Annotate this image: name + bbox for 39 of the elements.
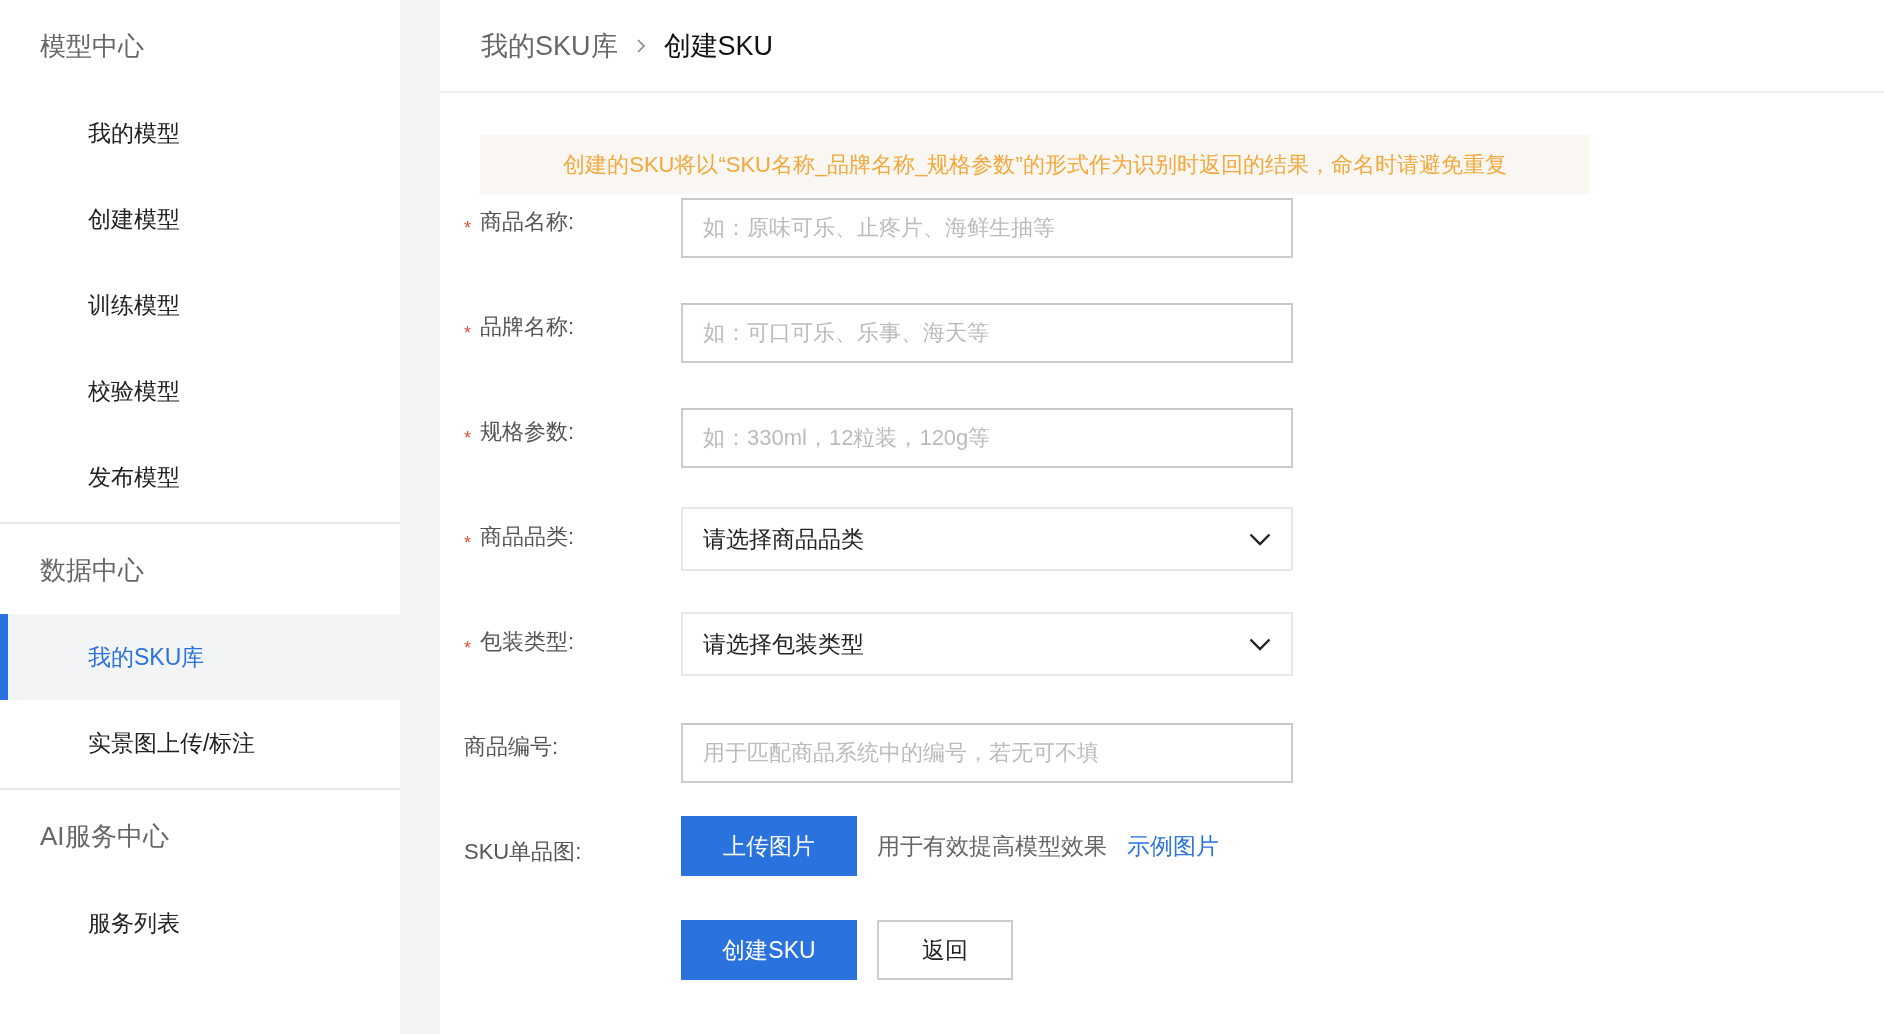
input-field[interactable]: 如：可口可乐、乐事、海天等 — [681, 303, 1293, 363]
example-image-link[interactable]: 示例图片 — [1127, 830, 1219, 862]
upload-button[interactable]: 上传图片 — [681, 816, 857, 876]
required-marker: * — [464, 217, 472, 239]
field-label: 包装类型: — [480, 628, 575, 656]
breadcrumb-link[interactable]: 我的SKU库 — [481, 27, 618, 64]
sidebar-item[interactable]: 服务列表 — [0, 880, 400, 966]
field-label: SKU单品图: — [464, 838, 582, 866]
submit-button[interactable]: 创建SKU — [681, 920, 857, 980]
required-marker: * — [464, 322, 472, 344]
upload-hint: 用于有效提高模型效果 — [877, 831, 1107, 861]
field-label: 规格参数: — [480, 418, 575, 446]
select-dropdown[interactable]: 请选择包装类型 — [681, 612, 1293, 676]
notice-banner: 创建的SKU将以“SKU名称_品牌名称_规格参数”的形式作为识别时返回的结果，命名时请避免重复 — [480, 135, 1590, 194]
required-marker: * — [464, 532, 472, 554]
chevron-down-icon — [1249, 532, 1271, 546]
input-field[interactable]: 如：330ml，12粒装，120g等 — [681, 408, 1293, 468]
sidebar-item[interactable]: 校验模型 — [0, 348, 400, 434]
chevron-right-icon — [635, 37, 646, 54]
sidebar-section-title: 模型中心 — [39, 30, 145, 63]
field-label: 商品品类: — [480, 523, 575, 551]
chevron-down-icon — [1249, 637, 1271, 651]
sidebar-section-title: 数据中心 — [39, 554, 145, 587]
required-marker: * — [464, 427, 472, 449]
select-dropdown[interactable]: 请选择商品品类 — [681, 507, 1293, 571]
back-button[interactable]: 返回 — [877, 920, 1013, 980]
field-label: 品牌名称: — [480, 313, 575, 341]
required-marker: * — [464, 637, 472, 659]
sidebar-item[interactable]: 我的模型 — [0, 90, 400, 176]
sidebar-item[interactable]: 发布模型 — [0, 434, 400, 520]
sidebar-item[interactable]: 我的SKU库 — [0, 614, 400, 700]
input-field[interactable]: 如：原味可乐、止疼片、海鲜生抽等 — [681, 198, 1293, 258]
field-label: 商品名称: — [480, 208, 575, 236]
sidebar-section-title: AI服务中心 — [39, 820, 170, 853]
sidebar-item[interactable]: 实景图上传/标注 — [0, 700, 400, 786]
input-field[interactable]: 用于匹配商品系统中的编号，若无可不填 — [681, 723, 1293, 783]
sidebar-item[interactable]: 创建模型 — [0, 176, 400, 262]
field-label: 商品编号: — [464, 733, 559, 761]
sidebar-item[interactable]: 训练模型 — [0, 262, 400, 348]
